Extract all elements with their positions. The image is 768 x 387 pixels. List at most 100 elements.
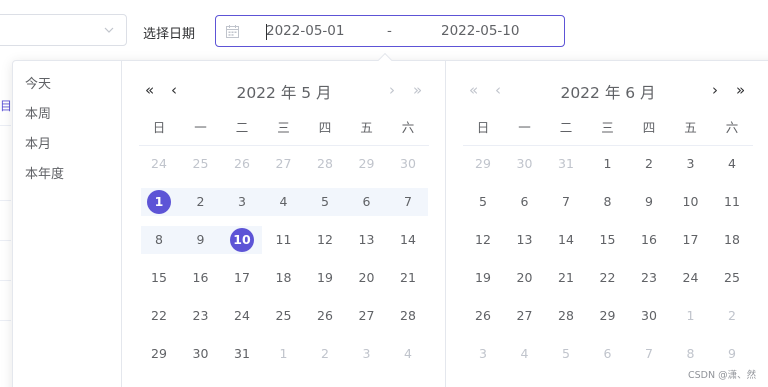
day-cell[interactable]: 10 bbox=[671, 188, 711, 216]
day-cell[interactable]: 8 bbox=[588, 188, 628, 216]
day-cell[interactable]: 16 bbox=[629, 226, 669, 254]
range-end-input[interactable]: 2022-05-10 bbox=[441, 23, 519, 39]
day-cell[interactable]: 5 bbox=[546, 340, 586, 368]
weekday-label: 日 bbox=[152, 120, 166, 135]
day-cell[interactable]: 29 bbox=[347, 150, 387, 178]
day-cell[interactable]: 20 bbox=[347, 264, 387, 292]
day-cell[interactable]: 26 bbox=[222, 150, 262, 178]
day-cell[interactable]: 1 bbox=[264, 340, 304, 368]
day-cell[interactable]: 1 bbox=[588, 150, 628, 178]
day-cell[interactable]: 2 bbox=[712, 302, 752, 330]
day-cell[interactable]: 21 bbox=[388, 264, 428, 292]
day-cell[interactable]: 5 bbox=[305, 188, 345, 216]
shortcut-today[interactable]: 今天 bbox=[25, 73, 51, 92]
day-cell[interactable]: 6 bbox=[588, 340, 628, 368]
day-cell[interactable]: 3 bbox=[347, 340, 387, 368]
day-cell[interactable]: 1 bbox=[139, 188, 179, 216]
day-cell[interactable]: 18 bbox=[264, 264, 304, 292]
day-cell[interactable]: 2 bbox=[181, 188, 221, 216]
day-cell[interactable]: 29 bbox=[139, 340, 179, 368]
day-cell[interactable]: 4 bbox=[388, 340, 428, 368]
day-cell[interactable]: 2 bbox=[629, 150, 669, 178]
day-cell[interactable]: 7 bbox=[629, 340, 669, 368]
day-cell[interactable]: 9 bbox=[712, 340, 752, 368]
day-cell[interactable]: 16 bbox=[181, 264, 221, 292]
day-cell[interactable]: 7 bbox=[388, 188, 428, 216]
day-cell[interactable]: 30 bbox=[505, 150, 545, 178]
day-cell[interactable]: 29 bbox=[588, 302, 628, 330]
next-month-icon[interactable]: › bbox=[712, 82, 718, 98]
day-cell[interactable]: 8 bbox=[139, 226, 179, 254]
day-cell[interactable]: 25 bbox=[181, 150, 221, 178]
range-start-input[interactable]: 2022-05-01 bbox=[266, 23, 344, 39]
day-cell[interactable]: 24 bbox=[671, 264, 711, 292]
day-cell[interactable]: 29 bbox=[463, 150, 503, 178]
day-cell[interactable]: 26 bbox=[463, 302, 503, 330]
day-cell[interactable]: 31 bbox=[546, 150, 586, 178]
day-cell[interactable]: 22 bbox=[139, 302, 179, 330]
day-cell[interactable]: 4 bbox=[505, 340, 545, 368]
day-cell[interactable]: 28 bbox=[546, 302, 586, 330]
day-cell[interactable]: 10 bbox=[222, 226, 262, 254]
day-cell[interactable]: 27 bbox=[505, 302, 545, 330]
day-cell[interactable]: 23 bbox=[629, 264, 669, 292]
day-cell[interactable]: 19 bbox=[305, 264, 345, 292]
day-cell[interactable]: 15 bbox=[588, 226, 628, 254]
day-cell[interactable]: 18 bbox=[712, 226, 752, 254]
day-cell[interactable]: 17 bbox=[222, 264, 262, 292]
day-cell[interactable]: 24 bbox=[222, 302, 262, 330]
day-cell[interactable]: 26 bbox=[305, 302, 345, 330]
weekday-header: 日一二三四五六 bbox=[139, 117, 429, 137]
shortcut-this-week[interactable]: 本周 bbox=[25, 103, 51, 122]
day-cell[interactable]: 27 bbox=[347, 302, 387, 330]
shortcut-this-month[interactable]: 本月 bbox=[25, 133, 51, 152]
filter-select[interactable] bbox=[0, 14, 127, 46]
day-cell[interactable]: 31 bbox=[222, 340, 262, 368]
shortcut-this-year[interactable]: 本年度 bbox=[25, 163, 64, 182]
day-cell[interactable]: 30 bbox=[388, 150, 428, 178]
day-cell[interactable]: 24 bbox=[139, 150, 179, 178]
day-cell[interactable]: 2 bbox=[305, 340, 345, 368]
day-cell[interactable]: 12 bbox=[463, 226, 503, 254]
day-cell[interactable]: 11 bbox=[264, 226, 304, 254]
day-cell[interactable]: 3 bbox=[671, 150, 711, 178]
day-cell[interactable]: 23 bbox=[181, 302, 221, 330]
background-row-line bbox=[0, 240, 11, 241]
day-cell[interactable]: 27 bbox=[264, 150, 304, 178]
day-cell[interactable]: 1 bbox=[671, 302, 711, 330]
day-cell[interactable]: 3 bbox=[222, 188, 262, 216]
calendar-icon bbox=[226, 25, 239, 38]
day-cell[interactable]: 30 bbox=[629, 302, 669, 330]
calendar-title-right: 2022 年 6 月 bbox=[560, 84, 656, 102]
day-cell[interactable]: 19 bbox=[463, 264, 503, 292]
day-cell[interactable]: 30 bbox=[181, 340, 221, 368]
day-cell[interactable]: 15 bbox=[139, 264, 179, 292]
day-cell[interactable]: 5 bbox=[463, 188, 503, 216]
day-cell[interactable]: 14 bbox=[388, 226, 428, 254]
day-cell[interactable]: 9 bbox=[181, 226, 221, 254]
day-cell[interactable]: 20 bbox=[505, 264, 545, 292]
day-cell[interactable]: 4 bbox=[712, 150, 752, 178]
day-cell[interactable]: 28 bbox=[388, 302, 428, 330]
day-cell[interactable]: 21 bbox=[546, 264, 586, 292]
day-cell[interactable]: 13 bbox=[505, 226, 545, 254]
day-cell[interactable]: 4 bbox=[264, 188, 304, 216]
day-cell[interactable]: 17 bbox=[671, 226, 711, 254]
day-cell[interactable]: 9 bbox=[629, 188, 669, 216]
day-cell[interactable]: 25 bbox=[712, 264, 752, 292]
day-cell[interactable]: 3 bbox=[463, 340, 503, 368]
day-cell[interactable]: 11 bbox=[712, 188, 752, 216]
next-year-icon[interactable]: » bbox=[736, 82, 745, 98]
day-cell[interactable]: 6 bbox=[505, 188, 545, 216]
day-cell[interactable]: 22 bbox=[588, 264, 628, 292]
day-cell[interactable]: 13 bbox=[347, 226, 387, 254]
day-cell[interactable]: 7 bbox=[546, 188, 586, 216]
day-cell[interactable]: 28 bbox=[305, 150, 345, 178]
day-cell[interactable]: 25 bbox=[264, 302, 304, 330]
day-cell[interactable]: 12 bbox=[305, 226, 345, 254]
day-cell[interactable]: 6 bbox=[347, 188, 387, 216]
weekday-header: 日一二三四五六 bbox=[463, 117, 753, 137]
date-range-input[interactable]: 2022-05-01 - 2022-05-10 bbox=[215, 15, 565, 47]
day-cell[interactable]: 14 bbox=[546, 226, 586, 254]
day-cell[interactable]: 8 bbox=[671, 340, 711, 368]
